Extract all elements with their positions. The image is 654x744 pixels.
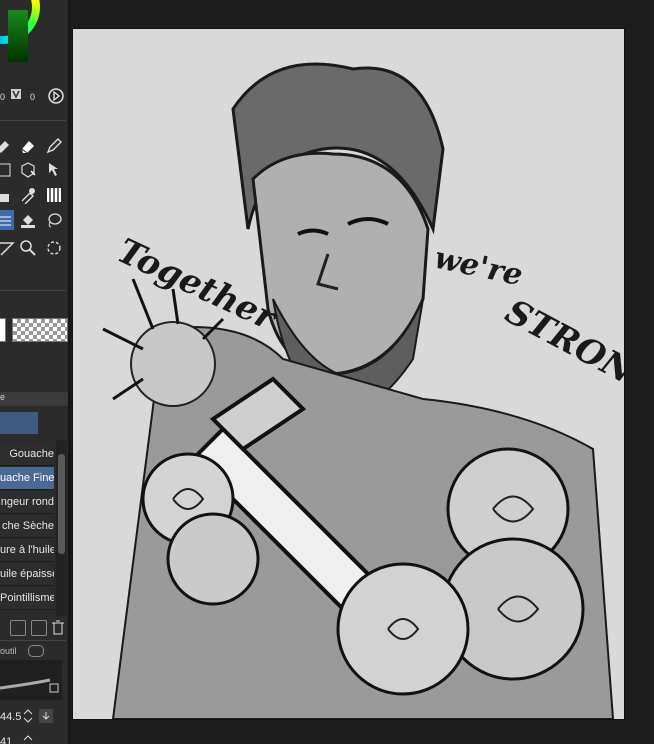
pressure-icon[interactable] bbox=[36, 706, 56, 726]
active-tool-icon[interactable] bbox=[0, 210, 14, 230]
frame-icon[interactable] bbox=[0, 160, 14, 180]
artwork: Together we're STRONG bbox=[102, 62, 624, 719]
brush-size-value[interactable]: 44.5 bbox=[0, 711, 21, 723]
color-value-2: 0 bbox=[30, 92, 36, 102]
lasso-icon[interactable] bbox=[44, 210, 64, 230]
trash-icon[interactable] bbox=[48, 617, 68, 637]
color-swatch-white[interactable] bbox=[0, 318, 6, 342]
brush-item-active[interactable]: uache Fine bbox=[0, 467, 54, 490]
stepper-icon[interactable] bbox=[22, 706, 34, 726]
left-panel: 0 0 e Gouache uache Fine ngeur rond che … bbox=[0, 0, 70, 744]
separator bbox=[0, 120, 66, 121]
brush-item[interactable]: ngeur rond bbox=[0, 491, 54, 514]
3d-object-icon[interactable] bbox=[18, 160, 38, 180]
transparent-swatch[interactable] bbox=[12, 318, 68, 342]
separator bbox=[0, 290, 66, 291]
eraser-partial-icon[interactable] bbox=[0, 136, 14, 156]
subtool-tabbar: e bbox=[0, 392, 68, 406]
ruler-icon[interactable] bbox=[0, 238, 16, 258]
rotate-icon[interactable] bbox=[44, 238, 64, 258]
tool-property-label: outil bbox=[0, 646, 17, 656]
drawing-canvas[interactable]: Together we're STRONG bbox=[73, 29, 624, 719]
value-icon bbox=[10, 88, 22, 100]
lettering-strong: STRONG bbox=[499, 292, 624, 406]
settings-toggle-icon[interactable] bbox=[28, 645, 44, 657]
duplicate-icon[interactable] bbox=[31, 620, 47, 636]
scroll-thumb[interactable] bbox=[58, 454, 65, 554]
color-saturation-square[interactable] bbox=[8, 10, 28, 62]
fill-partial-icon[interactable] bbox=[0, 185, 14, 205]
separator bbox=[0, 640, 66, 641]
stepper-icon[interactable] bbox=[22, 732, 34, 744]
brush-item[interactable]: ure à l'huile bbox=[0, 539, 54, 562]
brush-item[interactable]: Gouache bbox=[0, 443, 54, 466]
import-icon[interactable] bbox=[10, 620, 26, 636]
brush-item[interactable]: Pointillisme bbox=[0, 587, 54, 610]
subtool-group-button[interactable] bbox=[0, 412, 38, 434]
gradient-icon[interactable] bbox=[44, 185, 64, 205]
stroke-preview bbox=[0, 660, 62, 700]
brush-scrollbar[interactable] bbox=[56, 440, 67, 616]
color-settings-icon[interactable] bbox=[46, 86, 66, 106]
eraser-icon[interactable] bbox=[18, 136, 38, 156]
color-value-1: 0 bbox=[0, 92, 6, 102]
opacity-value[interactable]: 41 bbox=[0, 736, 12, 744]
select-object-icon[interactable] bbox=[44, 160, 64, 180]
eyedropper-icon[interactable] bbox=[18, 185, 38, 205]
zoom-icon[interactable] bbox=[18, 238, 38, 258]
pen-icon[interactable] bbox=[44, 136, 64, 156]
brush-item[interactable]: che Sèche bbox=[0, 515, 54, 538]
fill-icon[interactable] bbox=[18, 210, 38, 230]
lettering-were: we're bbox=[431, 241, 525, 294]
brush-item[interactable]: uile épaisse bbox=[0, 563, 54, 586]
subtool-tab[interactable]: e bbox=[0, 392, 5, 402]
